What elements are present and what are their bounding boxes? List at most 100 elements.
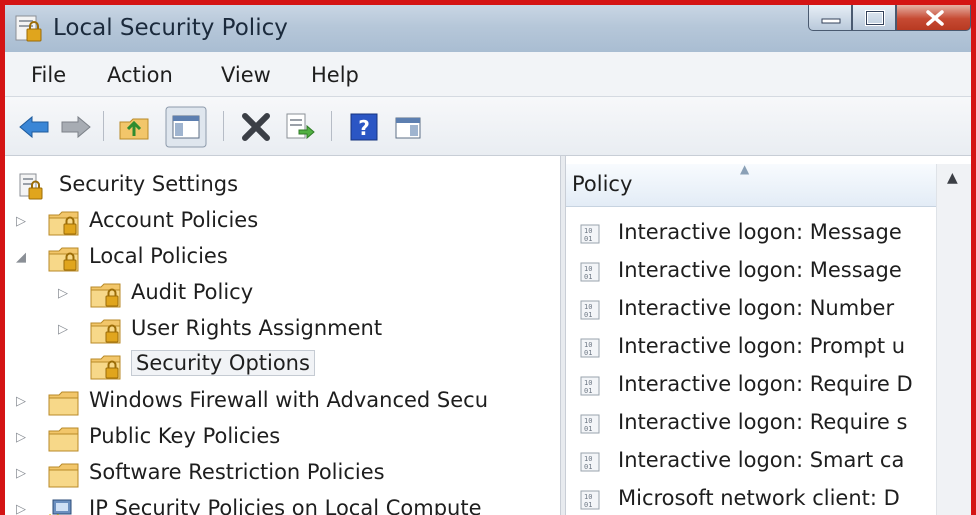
tree-label: IP Security Policies on Local Compute — [89, 496, 482, 515]
scroll-up-icon[interactable]: ▲ — [947, 170, 958, 186]
policy-name: Interactive logon: Number — [618, 296, 895, 320]
policy-row[interactable]: 10 01 Interactive logon: Message — [566, 254, 936, 290]
window-frame: Local Security Policy File Action View H… — [0, 0, 976, 515]
policy-name: Interactive logon: Message — [618, 220, 902, 244]
folder-icon — [48, 391, 79, 416]
vertical-scrollbar[interactable]: ▲ — [936, 164, 971, 515]
policy-row[interactable]: 10 01 Interactive logon: Smart ca — [566, 444, 936, 480]
details-pane: ▲ Policy ▲ 10 01 Interactive logon: Messag… — [566, 156, 971, 515]
policy-name: Interactive logon: Prompt u — [618, 334, 906, 358]
expand-icon[interactable]: ▷ — [13, 458, 29, 490]
back-arrow-icon[interactable] — [17, 110, 51, 144]
policy-setting-icon: 1001 — [580, 452, 600, 472]
svg-text:01: 01 — [584, 463, 592, 471]
policy-row[interactable]: 10 01 Interactive logon: Require s — [566, 406, 936, 442]
column-header-policy[interactable]: ▲ Policy — [566, 162, 936, 207]
expand-icon[interactable]: ▷ — [55, 278, 71, 310]
expand-icon[interactable]: ▷ — [13, 386, 29, 418]
policy-folder-icon — [90, 319, 121, 344]
tree-label: Local Policies — [89, 244, 228, 268]
tree-label: Audit Policy — [131, 280, 254, 304]
policy-folder-icon — [90, 283, 121, 308]
svg-text:01: 01 — [584, 311, 592, 319]
svg-text:10: 10 — [584, 341, 592, 349]
no-expander — [55, 350, 71, 382]
policy-row[interactable]: 10 01 Interactive logon: Message — [566, 216, 936, 252]
svg-text:10: 10 — [584, 417, 592, 425]
svg-text:01: 01 — [584, 425, 592, 433]
folder-icon — [48, 463, 79, 488]
policy-setting-icon: 1001 — [580, 262, 600, 282]
show-hide-action-pane-icon[interactable] — [391, 110, 425, 144]
svg-text:10: 10 — [584, 227, 592, 235]
svg-text:01: 01 — [584, 387, 592, 395]
tree-label: Account Policies — [89, 208, 259, 232]
title-bar[interactable]: Local Security Policy — [5, 5, 971, 52]
svg-text:10: 10 — [584, 265, 592, 273]
svg-text:01: 01 — [584, 501, 592, 509]
expand-icon[interactable]: ▷ — [13, 494, 29, 515]
toolbar-separator — [103, 111, 104, 141]
toolbar-separator — [223, 111, 224, 141]
policy-row[interactable]: 10 01 Interactive logon: Require D — [566, 368, 936, 404]
svg-text:10: 10 — [584, 303, 592, 311]
svg-text:10: 10 — [584, 379, 592, 387]
window-title: Local Security Policy — [53, 15, 288, 41]
svg-text:10: 10 — [584, 493, 592, 501]
policy-row[interactable]: 10 01 Interactive logon: Prompt u — [566, 330, 936, 366]
security-settings-icon — [19, 173, 43, 200]
close-button[interactable] — [896, 5, 971, 31]
menu-bar: File Action View Help — [5, 52, 971, 97]
minimize-icon — [821, 18, 841, 24]
tree-label: Security Settings — [59, 172, 239, 196]
folder-icon — [48, 427, 79, 452]
menu-view[interactable]: View — [221, 63, 271, 87]
tree-label: User Rights Assignment — [131, 316, 383, 340]
ip-security-icon — [49, 499, 72, 515]
policy-name: Interactive logon: Message — [618, 258, 902, 282]
close-icon — [926, 10, 944, 26]
tree-label: Public Key Policies — [89, 424, 281, 448]
policy-name: Interactive logon: Require D — [618, 372, 913, 396]
svg-text:01: 01 — [584, 235, 592, 243]
policy-folder-icon — [48, 211, 79, 236]
policy-name: Interactive logon: Require s — [618, 410, 908, 434]
maximize-icon — [865, 10, 885, 26]
expand-icon[interactable]: ▷ — [13, 206, 29, 238]
svg-text:01: 01 — [584, 273, 592, 281]
tree-label: Windows Firewall with Advanced Secu — [89, 388, 489, 412]
show-hide-tree-icon[interactable] — [165, 106, 207, 148]
help-icon[interactable]: ? — [347, 110, 381, 144]
policy-folder-icon — [48, 247, 79, 272]
expand-icon[interactable]: ▷ — [55, 314, 71, 346]
export-list-icon[interactable] — [283, 110, 317, 144]
policy-name: Interactive logon: Smart ca — [618, 448, 905, 472]
policy-setting-icon: 1001 — [580, 376, 600, 396]
forward-arrow-icon[interactable] — [59, 110, 93, 144]
svg-text:10: 10 — [584, 455, 592, 463]
menu-file[interactable]: File — [31, 63, 66, 87]
console-tree: Security Settings ▷ Account Policies ◢ Loca… — [5, 156, 560, 515]
column-title: Policy — [572, 172, 633, 196]
maximize-button[interactable] — [852, 5, 896, 31]
policy-row[interactable]: 10 01 Interactive logon: Number — [566, 292, 936, 328]
policy-row[interactable]: 10 01 Microsoft network client: D — [566, 482, 936, 515]
tree-label: Software Restriction Policies — [89, 460, 385, 484]
toolbar-separator — [331, 111, 332, 141]
menu-action[interactable]: Action — [107, 63, 173, 87]
menu-help[interactable]: Help — [311, 63, 359, 87]
sort-ascending-icon: ▲ — [740, 162, 750, 176]
expand-icon[interactable]: ▷ — [13, 422, 29, 454]
toolbar: ? — [5, 97, 971, 156]
policy-setting-icon: 1001 — [580, 338, 600, 358]
svg-text:?: ? — [358, 116, 370, 140]
minimize-button[interactable] — [808, 5, 852, 31]
tree-label: Security Options — [131, 350, 315, 376]
up-folder-icon[interactable] — [117, 110, 151, 144]
policy-setting-icon: 1001 — [580, 224, 600, 244]
policy-setting-icon: 1001 — [580, 490, 600, 510]
policy-name: Microsoft network client: D — [618, 486, 900, 510]
svg-text:01: 01 — [584, 349, 592, 357]
delete-icon[interactable] — [239, 110, 273, 144]
collapse-icon[interactable]: ◢ — [13, 242, 29, 274]
